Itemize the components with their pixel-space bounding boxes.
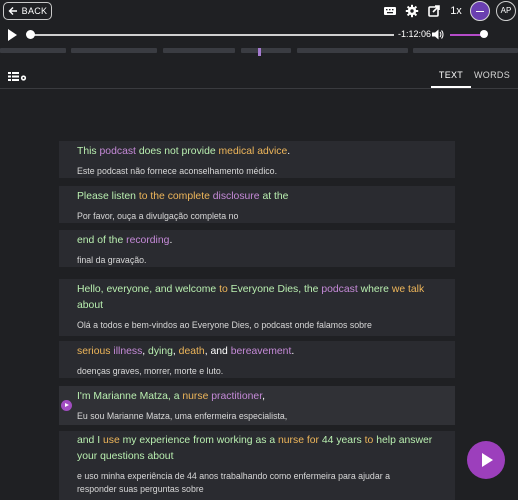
transcript-word[interactable]: podcast (321, 284, 360, 295)
keyboard-icon[interactable] (382, 3, 398, 19)
transcript-word[interactable]: to (365, 435, 377, 446)
english-text: end of the recording. (77, 233, 437, 249)
translation-text: Este podcast não fornece aconselhamento … (77, 166, 278, 176)
translation-text: Olá a todos e bem-vindos ao Everyone Die… (77, 320, 372, 330)
volume-icon[interactable] (431, 28, 444, 41)
gear-icon[interactable] (404, 3, 420, 19)
volume-handle[interactable] (480, 30, 488, 38)
audio-player: -1:12:06 (0, 24, 518, 46)
transcript-word[interactable]: This (77, 146, 100, 157)
segment[interactable] (413, 48, 518, 53)
segment[interactable] (71, 48, 157, 53)
transcript-word[interactable]: help answer (376, 435, 432, 446)
segment[interactable] (241, 48, 291, 53)
transcript-word[interactable]: to (219, 284, 231, 295)
back-button[interactable]: BACK (3, 2, 52, 20)
english-text: This podcast does not provide medical ad… (77, 144, 437, 160)
transcript-word[interactable]: where (361, 284, 392, 295)
translation-text: Eu sou Marianne Matza, uma enfermeira es… (77, 411, 288, 421)
transcript-word[interactable]: my experience from working as a (123, 435, 278, 446)
transcript-word[interactable]: nurse (182, 391, 211, 402)
transcript-word[interactable]: Marianne Matza, a (93, 391, 182, 402)
english-text: Please listen to the complete disclosure… (77, 189, 437, 205)
transcript-word[interactable]: practitioner (211, 391, 262, 402)
transcript-word[interactable]: medical advice (219, 146, 288, 157)
transcript-word[interactable]: end of the (77, 235, 126, 246)
transcript-line[interactable]: and I use my experience from working as … (59, 431, 455, 500)
volume-slider[interactable] (450, 34, 483, 36)
transcript-word[interactable]: . (291, 346, 294, 357)
transcript-word[interactable]: complete (168, 191, 213, 202)
arrow-left-icon (8, 7, 17, 15)
segment[interactable] (297, 48, 408, 53)
transcript-word[interactable]: 44 years (322, 435, 365, 446)
transcript-word[interactable]: bereavement (231, 346, 292, 357)
share-icon[interactable] (426, 3, 442, 19)
back-label: BACK (21, 6, 48, 16)
segment-marker (258, 48, 261, 56)
transcript-word[interactable]: about (77, 300, 103, 311)
transcript-word[interactable]: serious (77, 346, 113, 357)
transcript-word[interactable]: we talk (392, 284, 424, 295)
english-text: I'm Marianne Matza, a nurse practitioner… (77, 389, 437, 405)
english-text: Hello, everyone, and welcome to Everyone… (77, 282, 437, 314)
transcript-word[interactable]: I'm (77, 391, 93, 402)
view-tabs-bar: TEXT WORDS (0, 66, 518, 89)
transcript-word[interactable]: disclosure (213, 191, 263, 202)
segment[interactable] (163, 48, 235, 53)
play-icon[interactable] (8, 29, 17, 41)
translation-text: final da gravação. (77, 255, 147, 265)
play-button[interactable] (467, 441, 505, 479)
transcript-word[interactable]: recording (126, 235, 169, 246)
layout-settings-icon[interactable] (8, 71, 28, 83)
transcript-line[interactable]: Hello, everyone, and welcome to Everyone… (59, 279, 455, 336)
segment[interactable] (0, 48, 66, 53)
english-text: serious illness, dying, death, and berea… (77, 344, 437, 360)
transcript-word[interactable]: at the (262, 191, 288, 202)
transcript-word[interactable]: does not provide (139, 146, 219, 157)
transcript-word[interactable]: Everyone Dies, the (231, 284, 322, 295)
transcript-word[interactable]: Please listen (77, 191, 139, 202)
seek-handle[interactable] (26, 30, 35, 39)
collapse-button[interactable] (470, 1, 490, 21)
transcript-word[interactable]: your questions about (77, 451, 173, 462)
playback-speed-button[interactable]: 1x (447, 3, 465, 19)
seek-bar[interactable] (27, 34, 394, 36)
ap-button[interactable]: AP (496, 1, 516, 21)
translation-text: Por favor, ouça a divulgação completa no (77, 211, 239, 221)
transcript-word[interactable]: dying (148, 346, 173, 357)
transcript-word[interactable]: to the (139, 191, 168, 202)
transcript-word[interactable]: nurse for (278, 435, 322, 446)
transcript-line[interactable]: Please listen to the complete disclosure… (59, 186, 455, 223)
transcript-word[interactable]: use (103, 435, 123, 446)
transcript-word[interactable]: and I (77, 435, 103, 446)
transcript-word[interactable]: , and (205, 346, 231, 357)
translation-text: e uso minha experiência de 44 anos traba… (77, 471, 390, 494)
chapter-segments (0, 48, 518, 56)
time-remaining: -1:12:06 (398, 29, 432, 39)
transcript-word[interactable]: . (287, 146, 290, 157)
transcript-word[interactable]: death (179, 346, 205, 357)
transcript-line-active[interactable]: I'm Marianne Matza, a nurse practitioner… (59, 386, 455, 425)
tab-text[interactable]: TEXT (432, 70, 470, 80)
transcript-line[interactable]: serious illness, dying, death, and berea… (59, 341, 455, 378)
transcript-word[interactable]: illness (113, 346, 142, 357)
transcript-word[interactable]: Hello, everyone, and welcome (77, 284, 219, 295)
transcript-word[interactable]: podcast (100, 146, 139, 157)
english-text: and I use my experience from working as … (77, 433, 437, 465)
translation-text: doenças graves, morrer, morte e luto. (77, 366, 224, 376)
transcript-line[interactable]: This podcast does not provide medical ad… (59, 141, 455, 178)
transcript-word[interactable]: , (262, 391, 265, 402)
transcript-word[interactable]: . (169, 235, 172, 246)
transcript-line[interactable]: end of the recording. final da gravação. (59, 230, 455, 267)
active-tab-indicator (431, 86, 471, 88)
play-line-icon[interactable] (61, 400, 72, 411)
top-bar: BACK 1x AP (0, 0, 518, 24)
tab-words[interactable]: WORDS (474, 70, 510, 80)
